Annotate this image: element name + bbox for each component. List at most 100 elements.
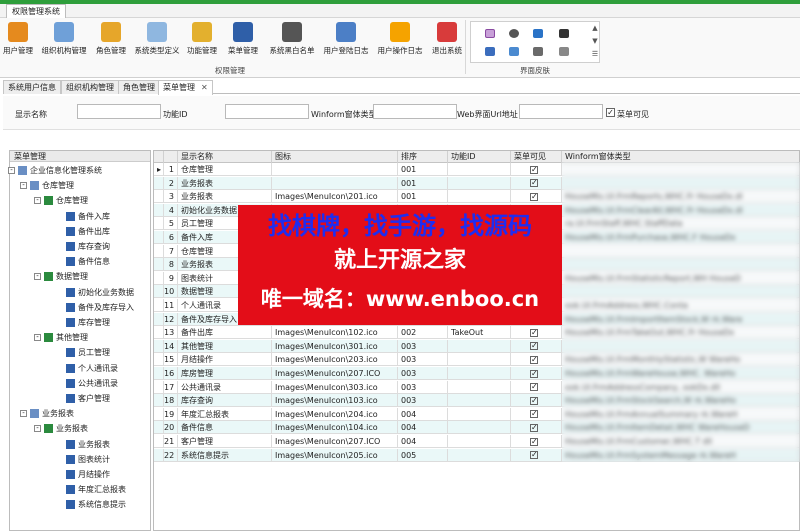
collapse-icon[interactable]: - <box>20 410 27 418</box>
watermark-line-3: 唯一域名：www.enboo.cn <box>260 287 540 311</box>
visible-cell[interactable]: ✓ <box>511 163 562 176</box>
skin-swatch[interactable] <box>509 29 519 38</box>
visible-checkbox[interactable]: ✓ <box>530 410 538 419</box>
visible-checkbox[interactable]: ✓ <box>606 108 615 117</box>
visible-checkbox[interactable]: ✓ <box>530 342 538 351</box>
skin-swatch[interactable] <box>559 29 569 38</box>
tree-node[interactable]: 初始化业务数据 <box>66 286 134 300</box>
visible-cell[interactable]: ✓ <box>511 190 562 204</box>
tree-node[interactable]: 客户管理 <box>66 392 110 406</box>
tree-node[interactable]: 图表统计 <box>66 453 110 467</box>
skin-scroll-up-icon[interactable]: ▲ <box>591 22 599 34</box>
function-id-input[interactable] <box>225 104 309 119</box>
tree-node[interactable]: - 业务报表 <box>34 422 88 436</box>
visible-checkbox[interactable]: ✓ <box>530 179 538 188</box>
tree-node[interactable]: 备件入库 <box>66 210 110 224</box>
tree-node[interactable]: 个人通讯录 <box>66 362 118 376</box>
column-header[interactable]: 显示名称 <box>178 151 272 163</box>
column-header[interactable]: 图标 <box>272 151 398 163</box>
visible-checkbox[interactable]: ✓ <box>530 383 538 392</box>
visible-checkbox[interactable]: ✓ <box>530 165 538 174</box>
visible-checkbox[interactable]: ✓ <box>530 369 538 378</box>
skin-gallery[interactable] <box>470 21 600 63</box>
ribbon-button[interactable]: 系统黑白名单 <box>266 20 318 62</box>
tree-node[interactable]: - 仓库管理 <box>20 179 74 193</box>
tree-node[interactable]: 系统信息提示 <box>66 498 126 512</box>
skin-swatch[interactable] <box>509 47 519 56</box>
visible-cell[interactable]: ✓ <box>511 394 562 408</box>
ribbon-button[interactable]: 用户管理 <box>0 20 36 62</box>
skin-swatch[interactable] <box>485 29 495 38</box>
tree-node[interactable]: 备件及库存导入 <box>66 301 134 315</box>
tree-node[interactable]: 库存管理 <box>66 316 110 330</box>
tab-system-user-info[interactable]: 系统用户信息 <box>3 80 61 94</box>
ribbon-button[interactable]: 用户登陆日志 <box>320 20 372 62</box>
tab-menu-management[interactable]: 菜单管理 ✕ <box>158 80 213 95</box>
column-header[interactable] <box>164 151 178 163</box>
column-header[interactable]: 排序 <box>398 151 448 163</box>
skin-swatch[interactable] <box>485 47 495 56</box>
visible-cell[interactable]: ✓ <box>511 380 562 394</box>
visible-cell[interactable]: ✓ <box>511 435 562 448</box>
visible-cell[interactable]: ✓ <box>511 407 562 421</box>
column-header[interactable] <box>154 151 164 163</box>
menu-item-icon <box>66 439 75 449</box>
skin-scroll-down-icon[interactable]: ▼ <box>591 35 599 47</box>
tree-node[interactable]: - 业务报表 <box>20 407 74 421</box>
visible-cell[interactable]: ✓ <box>511 326 562 340</box>
visible-cell[interactable]: ✓ <box>511 448 562 462</box>
collapse-icon[interactable]: - <box>34 197 41 205</box>
skin-swatch[interactable] <box>559 47 569 56</box>
skin-swatch[interactable] <box>533 29 543 38</box>
collapse-icon[interactable]: - <box>8 167 15 174</box>
tree-node[interactable]: - 数据管理 <box>34 270 88 284</box>
collapse-icon[interactable]: - <box>20 182 27 190</box>
visible-checkbox[interactable]: ✓ <box>530 328 538 337</box>
ribbon-button[interactable]: 系统类型定义 <box>132 20 182 62</box>
tree-node[interactable]: 月结操作 <box>66 468 110 482</box>
collapse-icon[interactable]: - <box>34 334 41 342</box>
visible-checkbox[interactable]: ✓ <box>530 423 538 432</box>
close-icon[interactable]: ✕ <box>201 83 208 92</box>
web-url-input[interactable] <box>519 104 603 119</box>
column-header[interactable]: 功能ID <box>448 151 511 163</box>
column-header[interactable]: 菜单可见 <box>511 151 562 163</box>
visible-checkbox[interactable]: ✓ <box>530 451 538 460</box>
tree-node[interactable]: 员工管理 <box>66 346 110 360</box>
tree-node[interactable]: 公共通讯录 <box>66 377 118 391</box>
skin-expand-icon[interactable]: ☰ <box>591 48 599 60</box>
ribbon-button[interactable]: 组织机构管理 <box>38 20 90 62</box>
ribbon-button[interactable]: 角色管理 <box>92 20 130 62</box>
visible-cell[interactable]: ✓ <box>511 421 562 435</box>
collapse-icon[interactable]: - <box>34 273 41 281</box>
display-name-input[interactable] <box>77 104 161 119</box>
visible-cell[interactable]: ✓ <box>511 367 562 380</box>
tree-node[interactable]: - 仓库管理 <box>34 194 88 208</box>
app-title-tab[interactable]: 权限管理系统 <box>6 4 66 18</box>
ribbon-button[interactable]: 退出系统 <box>428 20 466 62</box>
row-number: 20 <box>164 421 178 435</box>
tree-node[interactable]: 备件信息 <box>66 255 110 269</box>
visible-checkbox[interactable]: ✓ <box>530 437 538 446</box>
tree-node-label: 其他管理 <box>56 333 88 343</box>
tree-node[interactable]: 年度汇总报表 <box>66 483 126 497</box>
visible-cell[interactable]: ✓ <box>511 339 562 353</box>
tree-node[interactable]: 备件出库 <box>66 225 110 239</box>
ribbon-button[interactable]: 用户操作日志 <box>374 20 426 62</box>
ribbon-button[interactable]: 功能管理 <box>184 20 220 62</box>
tree-node[interactable]: 库存查询 <box>66 240 110 254</box>
tab-role-management[interactable]: 角色管理 <box>118 80 160 94</box>
winform-type-input[interactable] <box>373 104 457 119</box>
skin-swatch[interactable] <box>533 47 543 56</box>
visible-checkbox[interactable]: ✓ <box>530 355 538 364</box>
tree-node[interactable]: - 其他管理 <box>34 331 88 345</box>
tab-org-management[interactable]: 组织机构管理 <box>61 80 119 94</box>
ribbon-button[interactable]: 菜单管理 <box>222 20 264 62</box>
collapse-icon[interactable]: - <box>34 425 41 433</box>
tree-node[interactable]: - 企业信息化管理系统 <box>8 164 102 178</box>
visible-checkbox[interactable]: ✓ <box>530 192 538 201</box>
visible-cell[interactable]: ✓ <box>511 353 562 367</box>
visible-checkbox[interactable]: ✓ <box>530 396 538 405</box>
tree-node[interactable]: 业务报表 <box>66 438 110 452</box>
visible-cell[interactable]: ✓ <box>511 176 562 190</box>
